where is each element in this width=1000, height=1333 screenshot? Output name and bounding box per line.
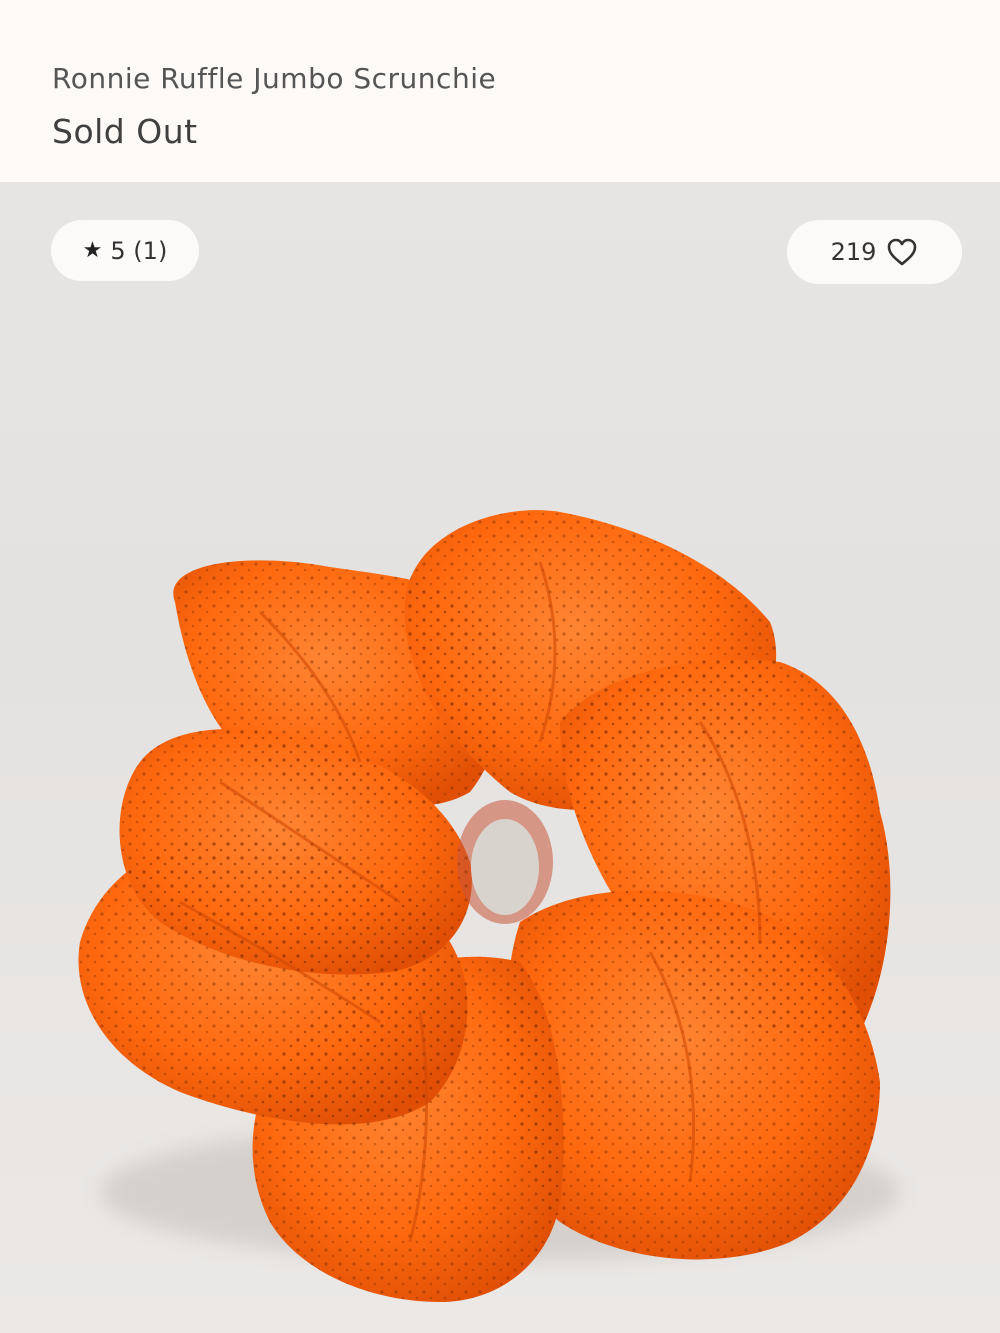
- price-status: Sold Out: [52, 112, 198, 151]
- product-image-area[interactable]: ★ 5 (1) 219: [0, 182, 1000, 1333]
- product-header: Ronnie Ruffle Jumbo Scrunchie Sold Out: [0, 0, 1000, 182]
- product-photo: [78, 510, 900, 1302]
- rating-badge[interactable]: ★ 5 (1): [51, 220, 199, 281]
- star-icon: ★: [82, 237, 103, 263]
- product-title: Ronnie Ruffle Jumbo Scrunchie: [52, 62, 497, 95]
- heart-icon: [886, 237, 918, 267]
- likes-count: 219: [830, 238, 877, 266]
- rating-text: 5 (1): [110, 236, 168, 265]
- like-button[interactable]: 219: [787, 220, 962, 284]
